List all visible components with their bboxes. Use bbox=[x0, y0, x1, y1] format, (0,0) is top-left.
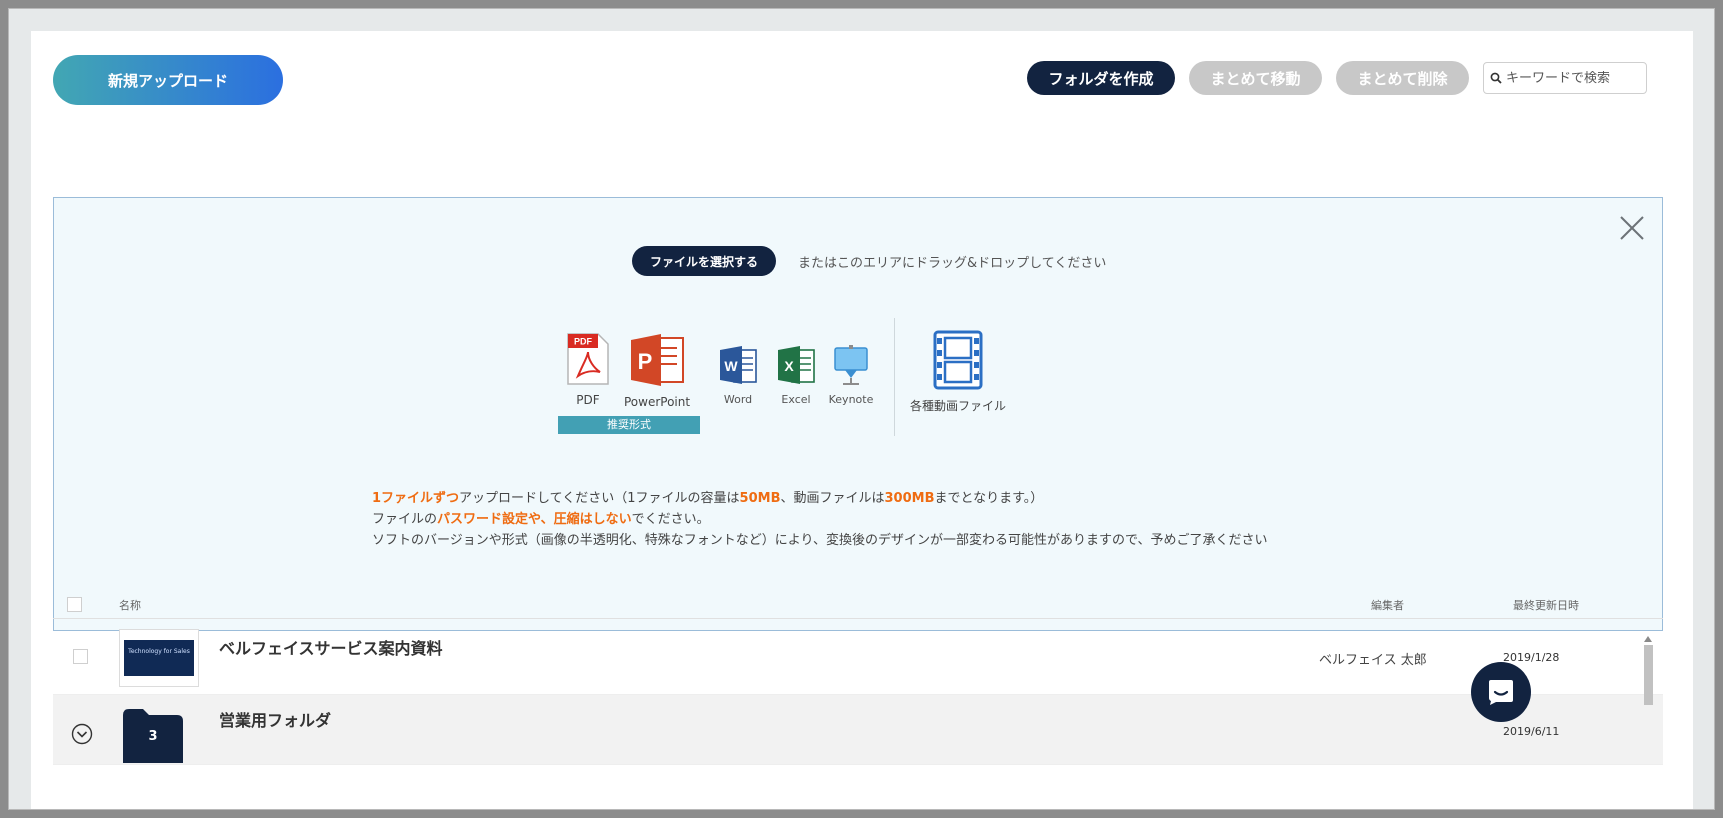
film-icon bbox=[933, 330, 983, 390]
search-box[interactable] bbox=[1483, 62, 1647, 94]
chat-launcher-button[interactable] bbox=[1471, 662, 1531, 722]
svg-text:PDF: PDF bbox=[574, 337, 593, 347]
format-label: Word bbox=[723, 393, 753, 406]
pdf-icon: PDF bbox=[567, 333, 609, 385]
toolbar: フォルダを作成 まとめて移動 まとめて削除 bbox=[1027, 61, 1647, 95]
row-checkbox[interactable] bbox=[73, 649, 88, 664]
file-title[interactable]: ベルフェイスサービス案内資料 bbox=[219, 635, 443, 659]
folder-title[interactable]: 営業用フォルダ bbox=[219, 707, 331, 731]
note-line-3: ソフトのバージョンや形式（画像の半透明化、特殊なフォントなど）により、変換後のデ… bbox=[372, 533, 1268, 548]
chat-icon bbox=[1489, 680, 1513, 705]
folder-date: 2019/6/11 bbox=[1503, 725, 1560, 738]
keynote-icon bbox=[834, 345, 868, 385]
chevron-down-icon[interactable] bbox=[71, 723, 93, 745]
format-excel: X Excel bbox=[774, 344, 818, 406]
column-updated: 最終更新日時 bbox=[1513, 599, 1579, 612]
powerpoint-icon: P bbox=[631, 334, 684, 386]
create-folder-button[interactable]: フォルダを作成 bbox=[1027, 61, 1175, 95]
video-label: 各種動画ファイル bbox=[910, 399, 1007, 413]
new-upload-button[interactable]: 新規アップロード bbox=[53, 55, 283, 105]
note-line-1: 1ファイルずつアップロードしてください（1ファイルの容量は50MB、動画ファイル… bbox=[372, 491, 1044, 506]
file-thumbnail[interactable]: Technology for Sales bbox=[119, 629, 199, 687]
table-row[interactable]: 3 営業用フォルダ 2019/6/11 bbox=[53, 695, 1663, 765]
format-divider bbox=[894, 318, 895, 436]
close-icon[interactable] bbox=[1618, 214, 1646, 242]
thumbnail-text: Technology for Sales bbox=[124, 640, 194, 676]
format-keynote: Keynote bbox=[826, 344, 876, 406]
excel-icon: X bbox=[778, 346, 815, 384]
select-all-checkbox[interactable] bbox=[67, 597, 82, 612]
select-file-button[interactable]: ファイルを選択する bbox=[632, 246, 776, 276]
note-line-2: ファイルのパスワード設定や、圧縮はしないでください。 bbox=[372, 512, 710, 527]
file-date: 2019/1/28 bbox=[1503, 651, 1560, 664]
page-content: 新規アップロード フォルダを作成 まとめて移動 まとめて削除 ファイルを選択する… bbox=[31, 31, 1693, 809]
scrollbar-thumb[interactable] bbox=[1644, 645, 1653, 705]
window-frame: 新規アップロード フォルダを作成 まとめて移動 まとめて削除 ファイルを選択する… bbox=[8, 8, 1715, 810]
search-input[interactable] bbox=[1506, 70, 1636, 86]
upload-notes: 1ファイルずつアップロードしてください（1ファイルの容量は50MB、動画ファイル… bbox=[372, 488, 1267, 551]
svg-text:W: W bbox=[724, 358, 738, 374]
folder-count: 3 bbox=[148, 729, 158, 744]
upload-dropzone[interactable]: ファイルを選択する またはこのエリアにドラッグ&ドロップしてください PDF P… bbox=[53, 197, 1663, 631]
file-editor: ベルフェイス 太郎 bbox=[1319, 653, 1427, 668]
svg-text:P: P bbox=[638, 349, 653, 374]
format-label: PDF bbox=[576, 393, 600, 407]
table-row[interactable]: Technology for Sales ベルフェイスサービス案内資料 ベルフェ… bbox=[53, 619, 1663, 695]
format-powerpoint: P PowerPoint bbox=[624, 332, 690, 409]
svg-text:X: X bbox=[784, 358, 794, 374]
column-name: 名称 bbox=[119, 599, 141, 612]
bulk-delete-button[interactable]: まとめて削除 bbox=[1336, 61, 1469, 95]
format-word: W Word bbox=[716, 344, 760, 406]
column-editor: 編集者 bbox=[1371, 599, 1404, 612]
format-pdf: PDF PDF bbox=[564, 332, 612, 407]
format-label: PowerPoint bbox=[624, 395, 691, 409]
format-label: Excel bbox=[781, 393, 811, 406]
recommended-badge: 推奨形式 bbox=[558, 416, 700, 434]
file-table: 名称 編集者 最終更新日時 Technology for Sales ベルフェイ… bbox=[53, 589, 1663, 765]
search-icon bbox=[1490, 72, 1502, 84]
table-header: 名称 編集者 最終更新日時 bbox=[53, 589, 1663, 619]
bulk-move-button[interactable]: まとめて移動 bbox=[1189, 61, 1322, 95]
scroll-up-icon[interactable] bbox=[1643, 634, 1653, 644]
drop-hint: またはこのエリアにドラッグ&ドロップしてください bbox=[798, 255, 1107, 271]
select-row: ファイルを選択する またはこのエリアにドラッグ&ドロップしてください bbox=[632, 246, 1106, 276]
format-label: Keynote bbox=[828, 393, 874, 406]
format-video: 各種動画ファイル bbox=[910, 330, 1006, 414]
word-icon: W bbox=[720, 346, 757, 384]
